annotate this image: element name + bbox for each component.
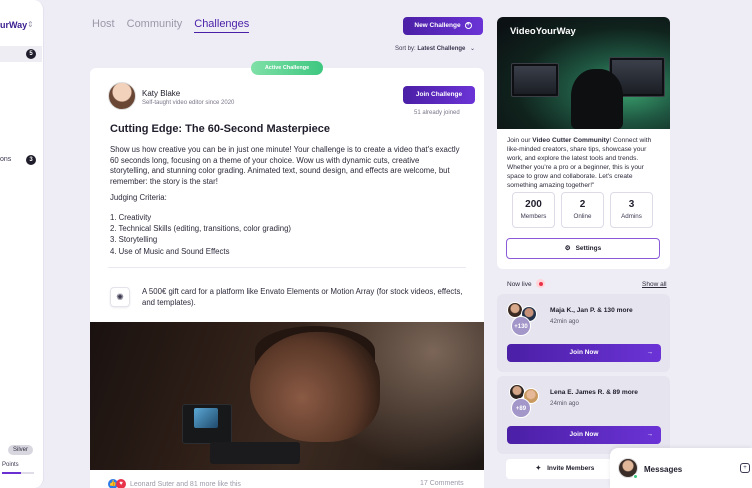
reactions[interactable]: 👍 ♥ Leonard Suter and 81 more like this	[108, 479, 241, 488]
messages-label: Messages	[644, 465, 683, 474]
chevron-updown-icon[interactable]: ⇕	[27, 20, 34, 29]
status-badge: Active Challenge	[251, 61, 323, 75]
criteria-title: Judging Criteria:	[110, 193, 167, 202]
sort-dropdown[interactable]: Sort by: Latest Challenge ⌄	[395, 45, 475, 52]
gift-icon: ✺	[110, 287, 130, 307]
list-item: 2. Technical Skills (editing, transition…	[110, 224, 292, 234]
live-session-card[interactable]: +89 Lena E. James R. & 89 more 24min ago…	[497, 376, 670, 454]
list-item: 3. Storytelling	[110, 235, 158, 245]
author-name[interactable]: Katy Blake	[142, 89, 180, 98]
join-now-label: Join Now	[569, 431, 599, 438]
live-indicator-icon	[536, 279, 545, 288]
stat-label: Members	[520, 213, 547, 220]
community-card: VideoYourWay Join our Video Cutter Commu…	[497, 17, 670, 269]
now-live-label: Now live	[507, 281, 532, 288]
compose-icon[interactable]: +	[740, 463, 750, 473]
joined-count: 51 already joined	[414, 110, 460, 116]
arrow-right-icon: →	[646, 431, 654, 438]
prize-text: A 500€ gift card for a platform like Env…	[142, 287, 463, 307]
criteria-list: 1. Creativity 2. Technical Skills (editi…	[110, 212, 291, 257]
stat-value: 200	[525, 199, 542, 210]
author-subtitle: Self-taught video editor since 2020	[142, 100, 235, 106]
comments-count[interactable]: 17 Comments	[420, 480, 464, 487]
sort-value: Latest Challenge	[417, 46, 466, 52]
more-participants-badge: +130	[511, 316, 531, 336]
stat-online: 2 Online	[561, 192, 604, 228]
stat-admins: 3 Admins	[610, 192, 653, 228]
community-title: VideoYourWay	[510, 26, 576, 37]
divider	[108, 267, 466, 268]
tab-community[interactable]: Community	[127, 18, 183, 33]
messages-panel[interactable]: Messages +	[610, 448, 752, 488]
main-tabs: Host Community Challenges	[92, 18, 250, 33]
stat-members: 200 Members	[512, 192, 555, 228]
avatar[interactable]	[108, 82, 136, 110]
stat-value: 3	[628, 199, 635, 210]
likes-text: Leonard Suter and 81 more like this	[130, 480, 241, 488]
settings-label: Settings	[575, 245, 602, 252]
sparkle-icon: ✦	[535, 465, 542, 472]
more-participants-badge: +89	[511, 398, 531, 418]
join-now-button[interactable]: Join Now →	[507, 426, 661, 444]
tab-challenges[interactable]: Challenges	[194, 18, 250, 33]
challenge-title: Cutting Edge: The 60-Second Masterpiece	[110, 123, 331, 135]
sidebar-item-label[interactable]: ons	[0, 156, 11, 163]
list-item: 4. Use of Music and Sound Effects	[110, 246, 230, 256]
invite-members-button[interactable]: ✦ Invite Members	[506, 459, 624, 479]
points-progress	[2, 472, 34, 474]
challenge-description: Show us how creative you can be in just …	[110, 145, 460, 186]
points-label: Points	[2, 462, 19, 468]
session-time: 42min ago	[550, 318, 579, 325]
tier-badge: Silver	[8, 445, 33, 455]
live-session-card[interactable]: +130 Maja K., Jan P. & 130 more 42min ag…	[497, 294, 670, 372]
community-stats: 200 Members 2 Online 3 Admins	[512, 192, 653, 228]
stat-value: 2	[579, 199, 586, 210]
list-item: 1. Creativity	[110, 213, 152, 222]
sidebar-badge: 3	[26, 155, 36, 165]
plus-icon: +	[464, 21, 472, 29]
brand-name[interactable]: urWay	[0, 20, 27, 30]
settings-button[interactable]: ⚙ Settings	[506, 238, 660, 259]
tab-host[interactable]: Host	[92, 18, 115, 33]
heart-icon: ♥	[116, 479, 126, 488]
stat-label: Admins	[621, 213, 642, 220]
sidebar: urWay ⇕ 5 ons 3 Silver Points	[0, 0, 44, 488]
new-challenge-button[interactable]: New Challenge +	[403, 17, 483, 35]
community-description: Join our Video Cutter Community! Connect…	[507, 137, 652, 189]
session-participants: Lena E. James R. & 89 more	[550, 389, 638, 396]
join-now-button[interactable]: Join Now →	[507, 344, 661, 362]
show-all-link[interactable]: Show all	[642, 281, 667, 288]
challenge-image[interactable]	[90, 322, 484, 470]
join-now-label: Join Now	[569, 349, 599, 356]
new-challenge-label: New Challenge	[414, 22, 461, 29]
online-indicator	[633, 474, 638, 479]
sidebar-badge: 5	[26, 49, 36, 59]
sort-prefix: Sort by:	[395, 46, 416, 52]
stat-label: Online	[573, 213, 592, 220]
challenge-card: Katy Blake Self-taught video editor sinc…	[90, 68, 484, 488]
arrow-right-icon: →	[646, 349, 654, 356]
session-participants: Maja K., Jan P. & 130 more	[550, 307, 633, 314]
gear-icon: ⚙	[564, 245, 571, 252]
invite-label: Invite Members	[547, 465, 595, 472]
join-challenge-button[interactable]: Join Challenge	[403, 86, 475, 104]
chevron-down-icon: ⌄	[470, 46, 476, 52]
session-time: 24min ago	[550, 400, 579, 407]
